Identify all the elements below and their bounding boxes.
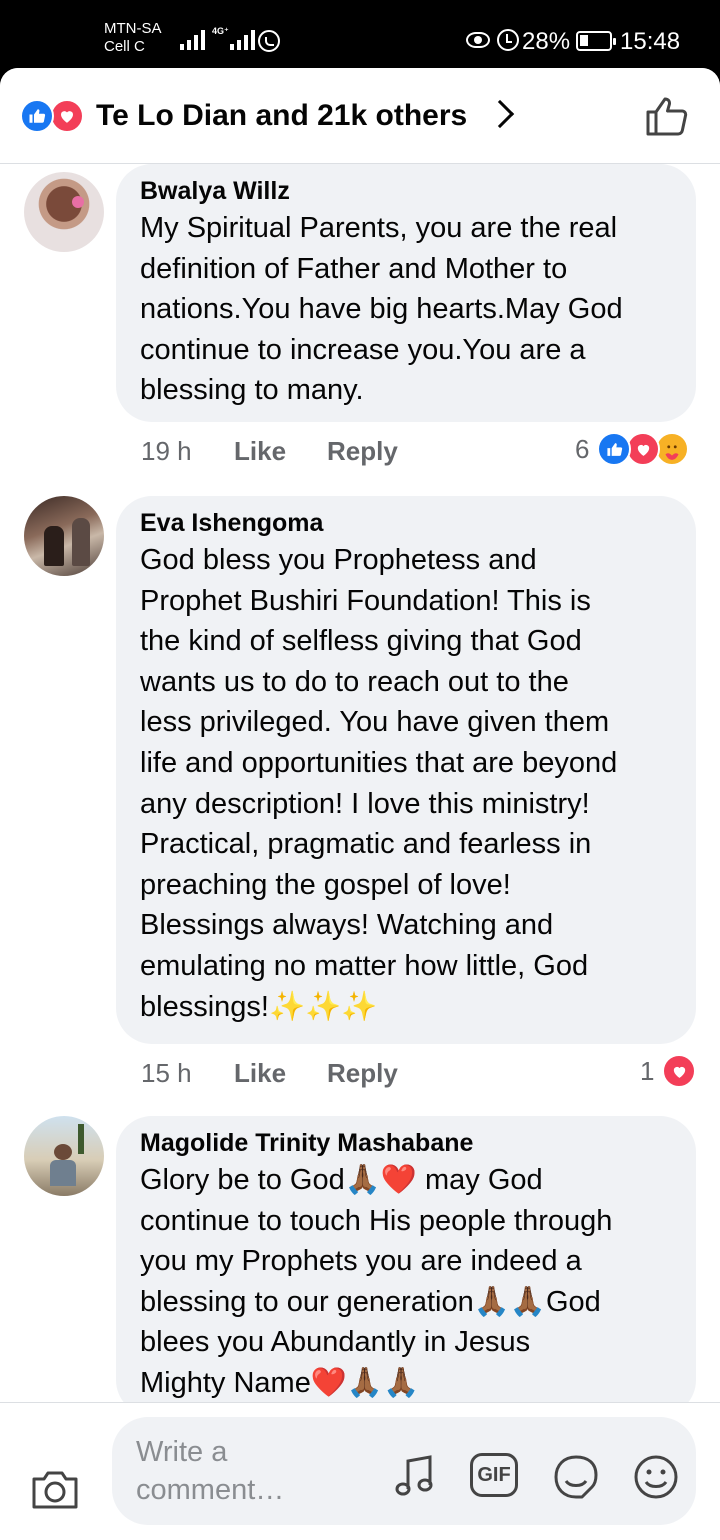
sticker-button[interactable] [552,1453,602,1499]
comment-composer: Write a comment… GIF [0,1402,720,1540]
comment-text: God bless you Prophetess and Prophet Bus… [140,544,618,1023]
sticker-icon [554,1455,598,1499]
music-button[interactable] [392,1453,442,1499]
like-post-button[interactable] [642,94,690,138]
carrier-secondary: Cell C [104,38,145,55]
gif-label: GIF [477,1463,511,1486]
love-reaction-icon [50,99,84,133]
comment-bubble[interactable]: Magolide Trinity Mashabane Glory be to G… [116,1116,696,1416]
comment-input-placeholder: Write a comment… [136,1436,285,1506]
comment-time[interactable]: 19 h [141,436,234,467]
thumbs-up-icon [646,97,688,136]
camera-icon [32,1471,78,1509]
comment-actions: 15 h Like Reply [141,1058,398,1089]
gif-button[interactable]: GIF [470,1453,520,1499]
care-reaction-icon [655,432,690,466]
gif-icon: GIF [470,1453,518,1497]
emoji-button[interactable] [632,1453,682,1499]
signal-icon [180,28,205,50]
avatar[interactable] [24,172,104,252]
clock: 15:48 [620,28,681,55]
music-icon [395,1455,433,1496]
comment-bubble[interactable]: Bwalya Willz My Spiritual Parents, you a… [116,164,696,422]
avatar[interactable] [24,496,104,576]
reaction-count[interactable]: 6 [575,432,690,466]
reaction-count-number: 1 [640,1055,655,1086]
alarm-icon [497,29,519,51]
network-type: 4G⁺ [212,26,229,36]
battery-percent: 28% [522,28,571,55]
avatar[interactable] [24,1116,104,1196]
comments-sheet: Te Lo Dian and 21k others Bwalya Willz M… [0,68,720,1540]
comment-author[interactable]: Bwalya Willz [140,174,672,208]
reactions-header[interactable]: Te Lo Dian and 21k others [0,68,720,164]
signal-icon-secondary [230,28,255,50]
comment-text: Glory be to God🙏🏾❤️ may God continue to … [140,1164,613,1399]
like-reaction-icon [20,99,54,133]
reaction-count[interactable]: 1 [640,1054,697,1088]
carrier-info: MTN-SA Cell C [104,20,162,56]
chevron-right-icon[interactable] [485,99,515,129]
reply-button[interactable]: Reply [327,1058,398,1089]
comment-time[interactable]: 15 h [141,1058,234,1089]
comment-actions: 19 h Like Reply [141,436,398,467]
reactions-summary[interactable]: Te Lo Dian and 21k others [96,99,467,133]
whatsapp-icon [258,30,280,52]
like-button[interactable]: Like [234,436,327,467]
comment-text: My Spiritual Parents, you are the real d… [140,212,623,407]
reaction-count-number: 6 [575,433,590,464]
camera-button[interactable] [30,1469,80,1511]
like-reaction-icon [597,432,632,466]
eye-icon [466,32,490,48]
comment-bubble[interactable]: Eva Ishengoma God bless you Prophetess a… [116,496,696,1044]
status-bar: MTN-SA Cell C 4G⁺ 28% 15:48 [0,0,720,72]
comment-author[interactable]: Eva Ishengoma [140,506,672,540]
love-reaction-icon [662,1054,697,1088]
carrier-primary: MTN-SA [104,20,162,37]
reply-button[interactable]: Reply [327,436,398,467]
like-button[interactable]: Like [234,1058,327,1089]
battery-icon [576,31,616,51]
love-reaction-icon [626,432,661,466]
emoji-icon [634,1455,678,1499]
comment-author[interactable]: Magolide Trinity Mashabane [140,1126,672,1160]
